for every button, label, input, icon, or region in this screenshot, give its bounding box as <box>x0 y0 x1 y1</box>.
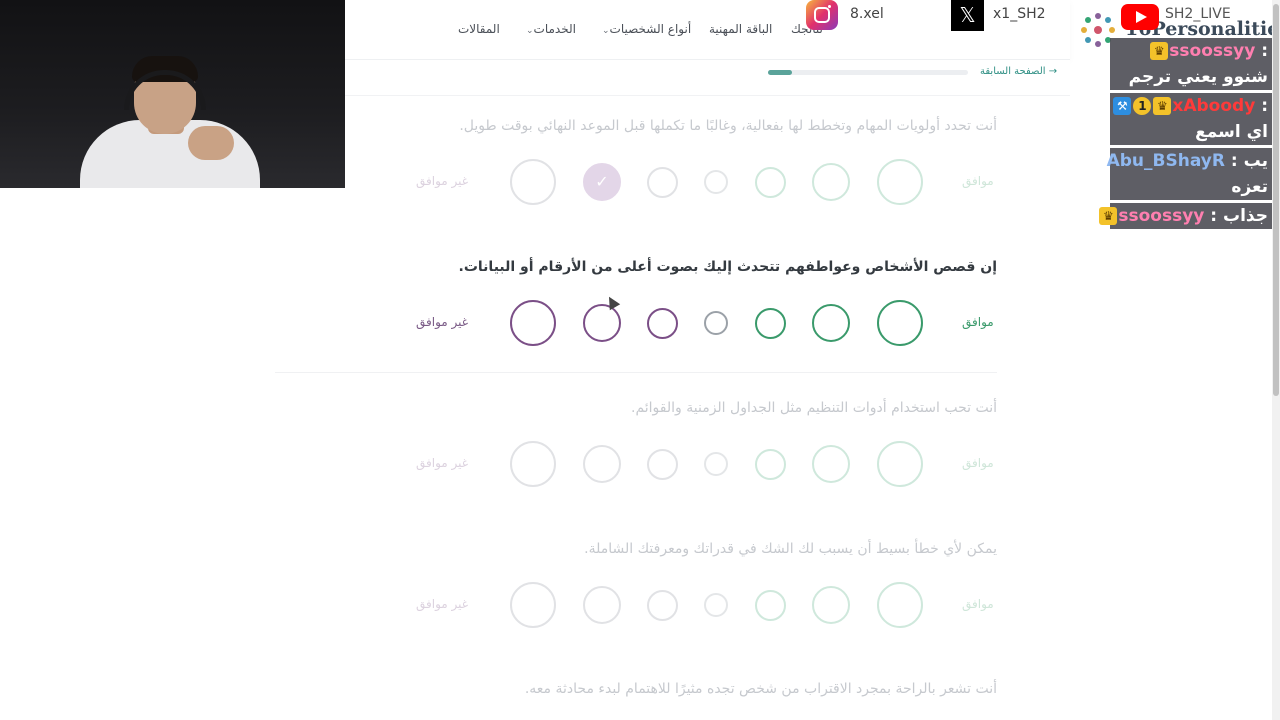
screen: نتائجك الباقة المهنية أنواع الشخصيات⌄ ال… <box>0 0 1280 720</box>
answer-option-strongly-agree[interactable] <box>877 582 923 628</box>
answer-option-disagree[interactable] <box>583 445 621 483</box>
chat-message-header: يب : Abu_BShayR <box>1107 148 1268 174</box>
nav-item-personality-types[interactable]: أنواع الشخصيات⌄ <box>598 22 691 36</box>
answer-option-agree[interactable] <box>812 445 850 483</box>
agree-label: موافق <box>962 174 994 188</box>
chat-message-suffix: يب <box>1243 151 1268 171</box>
answer-option-strongly-disagree[interactable] <box>510 300 556 346</box>
moderator-hammer-icon: ⚒ <box>1113 97 1132 115</box>
x-handle: x1_SH2 <box>993 6 1046 22</box>
chevron-down-icon: ⌄ <box>526 26 534 36</box>
instagram-handle: 8.xel <box>850 6 884 22</box>
chat-message-header: : ssoossyy♛ <box>1114 38 1268 64</box>
chat-message-text: تعزه <box>1231 177 1268 197</box>
crown-badge-icon: ♛ <box>1153 97 1172 115</box>
answer-option-neutral[interactable] <box>704 170 728 194</box>
answer-option-agree[interactable] <box>812 304 850 342</box>
answer-option-slightly-agree[interactable] <box>754 307 786 339</box>
webcam-person-hand <box>188 126 234 160</box>
crown-badge-icon: ♛ <box>1099 207 1118 225</box>
answer-option-strongly-disagree[interactable] <box>510 441 556 487</box>
answer-option-strongly-agree[interactable] <box>877 441 923 487</box>
arrow-right-icon: → <box>1045 66 1058 77</box>
chat-message: يب : Abu_BShayR تعزه <box>1107 148 1272 200</box>
instagram-icon <box>806 0 838 30</box>
disagree-label: غير موافق <box>416 456 469 470</box>
agree-label: موافق <box>962 315 994 329</box>
answer-option-agree[interactable] <box>812 163 850 201</box>
chat-message: : ssoossyy♛ شنوو يعني ترجم <box>1110 38 1272 90</box>
chat-message: : xAboody♛1⚒ اي اسمع <box>1110 93 1272 145</box>
question-text: يمكن لأي خطأ بسيط أن يسبب لك الشك في قدر… <box>584 541 997 557</box>
chat-separator: : <box>1204 206 1224 226</box>
answer-option-slightly-disagree[interactable] <box>646 166 678 198</box>
page-scrollbar-thumb[interactable] <box>1273 4 1279 396</box>
nav-item-professional-package[interactable]: الباقة المهنية <box>709 22 772 36</box>
disagree-label: غير موافق <box>416 315 469 329</box>
chat-separator: : <box>1255 96 1268 116</box>
chat-message: جذاب : ssoossyy♛ <box>1099 203 1272 229</box>
answer-option-slightly-disagree[interactable] <box>646 448 678 480</box>
nav-item-services[interactable]: الخدمات⌄ <box>522 22 576 36</box>
answer-option-strongly-disagree[interactable] <box>510 159 556 205</box>
chat-message-header: جذاب : ssoossyy♛ <box>1099 203 1268 229</box>
chat-separator: : <box>1255 41 1268 61</box>
answer-option-strongly-agree[interactable] <box>877 300 923 346</box>
chat-username: ssoossyy <box>1169 41 1256 61</box>
answer-option-neutral[interactable] <box>704 593 728 617</box>
divider <box>275 372 997 373</box>
question-text: أنت تحدد أولويات المهام وتخطط لها بفعالي… <box>459 118 997 134</box>
answer-option-slightly-disagree[interactable] <box>646 307 678 339</box>
agree-label: موافق <box>962 456 994 470</box>
chat-message-text: اي اسمع <box>1195 122 1268 142</box>
answer-option-disagree[interactable] <box>583 304 621 342</box>
answer-option-neutral[interactable] <box>704 311 728 335</box>
chat-message-text: شنوو يعني ترجم <box>1128 67 1268 87</box>
x-logo-icon: 𝕏 <box>951 0 984 31</box>
chat-separator: : <box>1224 151 1244 171</box>
test-progress-bar <box>768 70 968 75</box>
chat-username: xAboody <box>1172 96 1256 116</box>
webcam-overlay <box>0 0 345 188</box>
question-text: أنت تحب استخدام أدوات التنظيم مثل الجداو… <box>631 400 997 416</box>
previous-page-link[interactable]: → الصفحة السابقة <box>980 66 1057 77</box>
answer-option-slightly-agree[interactable] <box>754 166 786 198</box>
nav-item-articles[interactable]: المقالات <box>458 22 500 36</box>
answer-option-slightly-disagree[interactable] <box>646 589 678 621</box>
answer-option-strongly-agree[interactable] <box>877 159 923 205</box>
progress-row <box>345 60 1070 96</box>
question-text: أنت تشعر بالراحة بمجرد الاقتراب من شخص ت… <box>524 681 997 697</box>
disagree-label: غير موافق <box>416 174 469 188</box>
chevron-down-icon: ⌄ <box>602 26 610 36</box>
stream-chat: : ssoossyy♛ شنوو يعني ترجم : xAboody♛1⚒ … <box>1099 38 1272 232</box>
previous-page-label: الصفحة السابقة <box>980 66 1046 77</box>
chat-message-suffix: جذاب <box>1223 206 1268 226</box>
agree-label: موافق <box>962 597 994 611</box>
question-text: إن قصص الأشخاص وعواطفهم تتحدث إليك بصوت … <box>458 259 997 275</box>
chat-message-header: : xAboody♛1⚒ <box>1113 93 1268 119</box>
answer-option-neutral[interactable] <box>704 452 728 476</box>
youtube-handle: SH2_LIVE <box>1165 6 1231 22</box>
answer-option-strongly-disagree[interactable] <box>510 582 556 628</box>
disagree-label: غير موافق <box>416 597 469 611</box>
test-progress-fill <box>768 70 792 75</box>
answer-option-disagree[interactable]: ✓ <box>583 163 621 201</box>
nav-item-services-label: الخدمات <box>533 22 576 36</box>
chat-username: Abu_BShayR <box>1106 151 1225 171</box>
answer-option-agree[interactable] <box>812 586 850 624</box>
nav-item-personality-types-label: أنواع الشخصيات <box>609 22 692 36</box>
crown-badge-icon: ♛ <box>1150 42 1169 60</box>
answer-option-disagree[interactable] <box>583 586 621 624</box>
answer-option-slightly-agree[interactable] <box>754 448 786 480</box>
subscriber-badge-icon: 1 <box>1133 97 1152 115</box>
chat-username: ssoossyy <box>1118 206 1205 226</box>
answer-option-slightly-agree[interactable] <box>754 589 786 621</box>
youtube-icon <box>1121 4 1159 30</box>
